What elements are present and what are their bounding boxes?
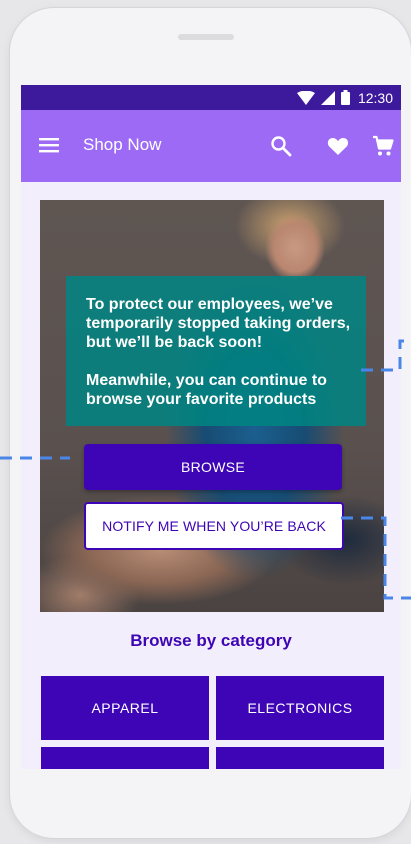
category-electronics[interactable]: ELECTRONICS: [216, 676, 384, 740]
heart-icon[interactable]: [326, 134, 350, 158]
category-tile[interactable]: [216, 747, 384, 769]
signal-icon: [320, 90, 335, 105]
notify-me-button[interactable]: NOTIFY ME WHEN YOU’RE BACK: [84, 502, 344, 550]
status-icons: 12:30: [296, 89, 393, 106]
browse-by-category-title: Browse by category: [130, 631, 292, 650]
hero-banner: To protect our employees, we’ve temporar…: [40, 200, 384, 612]
wifi-icon: [296, 90, 315, 105]
phone-frame: 12:30 Shop Now To protect our employees,…: [10, 8, 411, 838]
app-bar: Shop Now: [21, 110, 401, 182]
browse-button[interactable]: BROWSE: [84, 444, 342, 490]
status-time: 12:30: [357, 89, 393, 106]
cart-icon[interactable]: [371, 134, 395, 158]
menu-icon[interactable]: [39, 134, 61, 156]
category-apparel[interactable]: APPAREL: [41, 676, 209, 740]
message-line-1: To protect our employees, we’ve temporar…: [86, 296, 351, 351]
app-screen: 12:30 Shop Now To protect our employees,…: [21, 85, 401, 769]
category-tile[interactable]: [41, 747, 209, 769]
status-bar: 12:30: [21, 85, 401, 110]
message-line-2: Meanwhile, you can continue to browse yo…: [86, 372, 327, 408]
battery-icon: [340, 90, 350, 105]
app-title: Shop Now: [83, 135, 162, 154]
store-closed-message: To protect our employees, we’ve temporar…: [86, 295, 356, 428]
phone-speaker: [178, 34, 234, 40]
search-icon[interactable]: [269, 134, 293, 158]
